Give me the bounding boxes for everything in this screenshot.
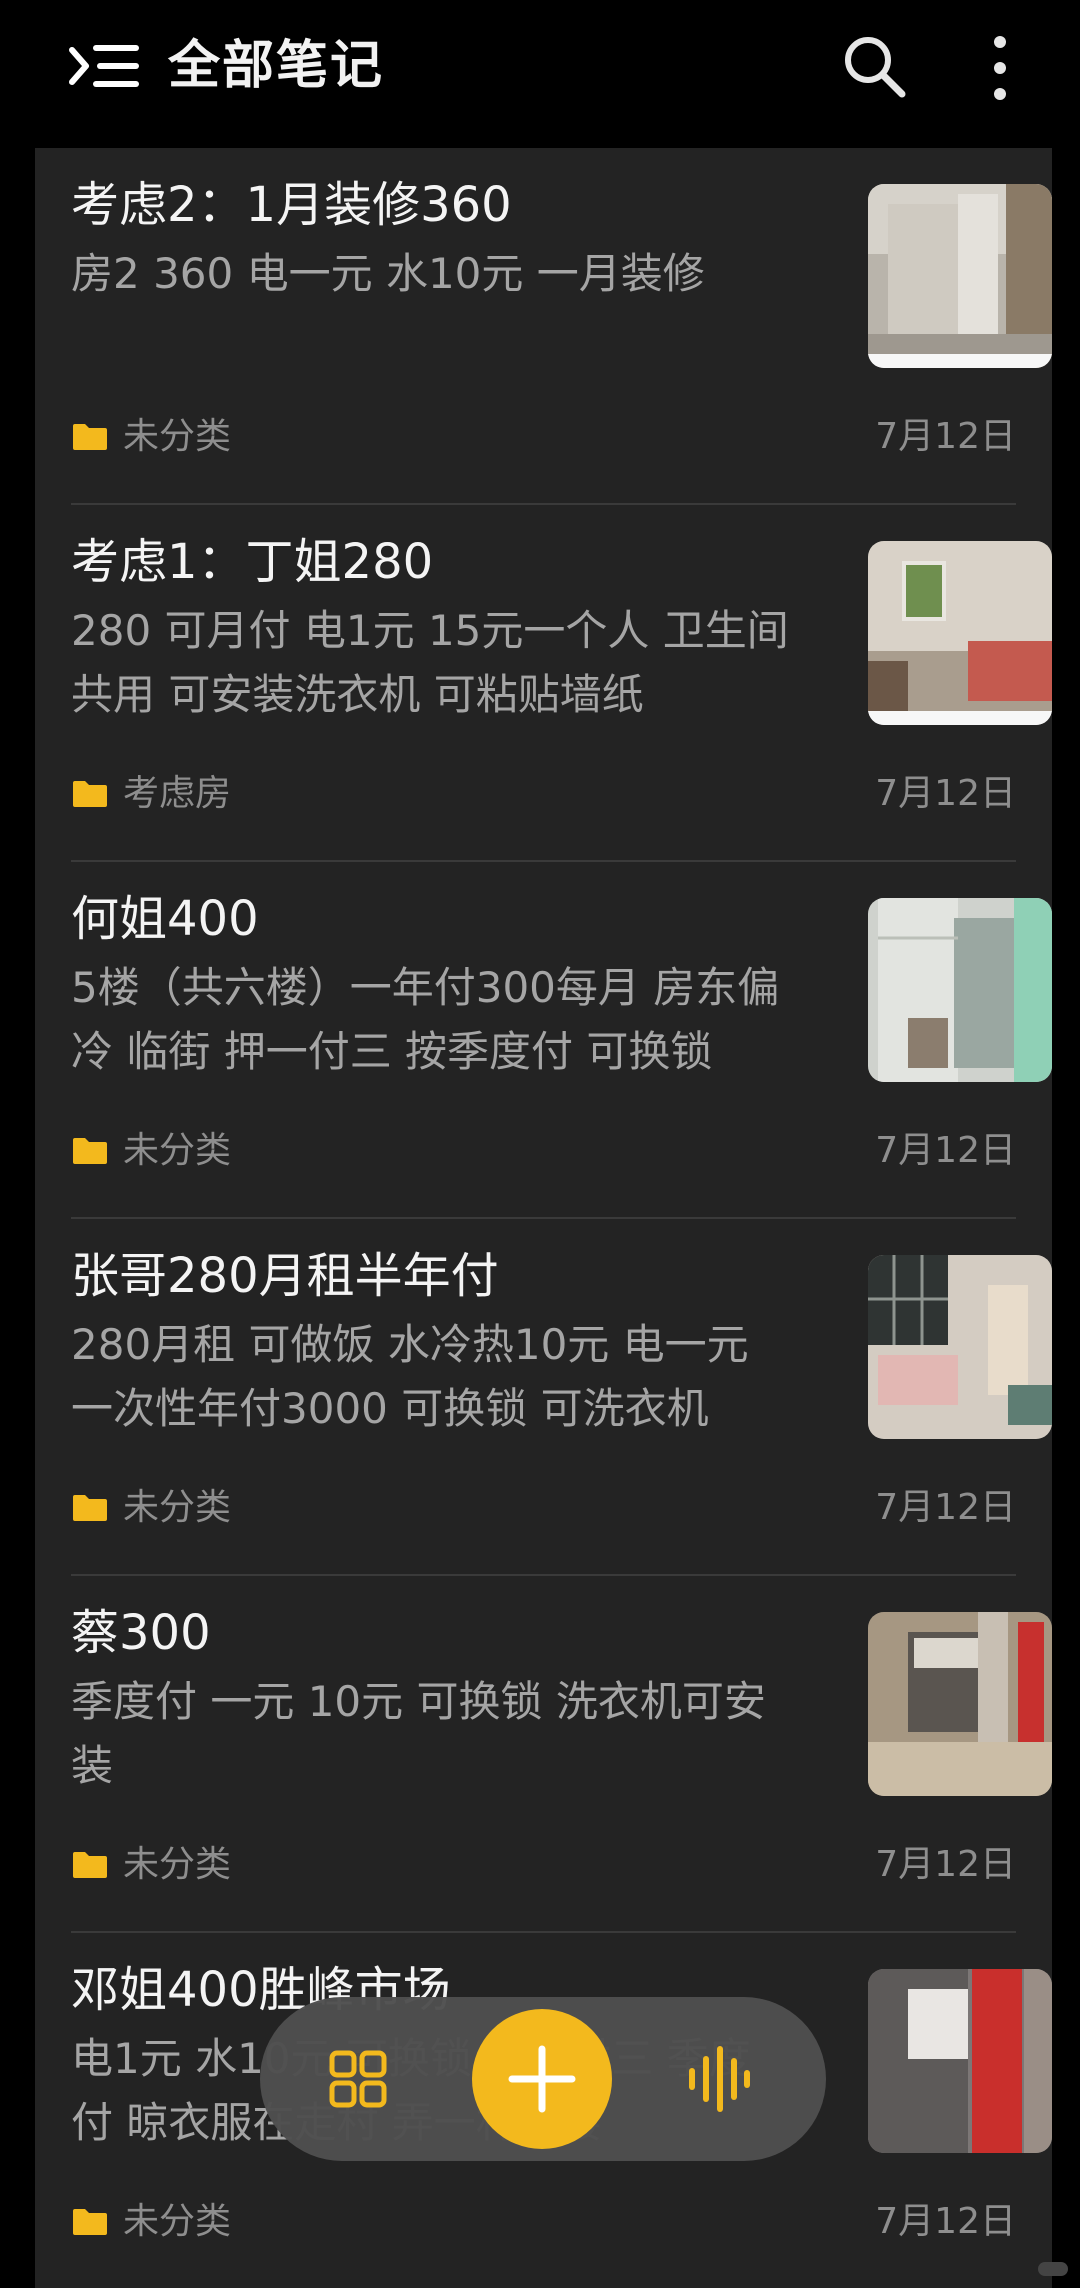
note-card[interactable]: 考虑2：1月装修360 房2 360 电一元 水10元 一月装修 未分类 7月1… — [71, 148, 1052, 505]
note-snippet: 季度付 一元 10元 可换锁 洗衣机可安装 — [71, 1677, 766, 1790]
note-title: 张哥280月租半年付 — [71, 1248, 499, 1304]
note-meta: 未分类 — [71, 2197, 231, 2247]
note-folder[interactable]: 未分类 — [123, 1483, 231, 1533]
note-snippet: 房2 360 电一元 水10元 一月装修 — [71, 249, 705, 298]
note-meta: 未分类 — [71, 412, 231, 462]
note-thumbnail-image[interactable] — [868, 184, 1052, 368]
voice-wave-icon[interactable] — [684, 2045, 754, 2113]
note-folder[interactable]: 未分类 — [123, 1840, 231, 1890]
note-folder[interactable]: 未分类 — [123, 2197, 231, 2247]
note-meta: 未分类 — [71, 1126, 231, 1176]
bottom-action-bar — [260, 1997, 826, 2161]
note-date: 7月12日 — [875, 1844, 1016, 1885]
note-meta: 未分类 — [71, 1483, 231, 1533]
note-title: 考虑1：丁姐280 — [71, 534, 434, 590]
app-bar: 全部笔记 — [0, 0, 1080, 140]
note-card[interactable]: 张哥280月租半年付 280月租 可做饭 水冷热10元 电一元 一次性年付300… — [71, 1219, 1052, 1576]
note-title: 考虑2：1月装修360 — [71, 177, 512, 233]
note-title: 何姐400 — [71, 891, 259, 947]
note-snippet: 280 可月付 电1元 15元一个人 卫生间共用 可安装洗衣机 可粘贴墙纸 — [71, 606, 789, 719]
grid-view-icon[interactable] — [328, 2049, 388, 2109]
note-snippet: 5楼（共六楼）一年付300每月 房东偏冷 临街 押一付三 按季度付 可换锁 — [71, 963, 780, 1076]
note-card[interactable]: 蔡300 季度付 一元 10元 可换锁 洗衣机可安装 未分类 7月12日 — [71, 1576, 1052, 1933]
note-title: 蔡300 — [71, 1605, 211, 1661]
note-thumbnail-image[interactable] — [868, 1969, 1052, 2153]
home-indicator[interactable] — [1038, 2262, 1068, 2276]
folder-icon — [73, 424, 107, 450]
folder-icon — [73, 2209, 107, 2235]
page-title: 全部笔记 — [168, 36, 385, 96]
note-date: 7月12日 — [875, 416, 1016, 457]
plus-icon — [508, 2045, 576, 2113]
note-snippet: 280月租 可做饭 水冷热10元 电一元 一次性年付3000 可换锁 可洗衣机 — [71, 1320, 749, 1433]
note-meta: 未分类 — [71, 1840, 231, 1890]
note-card[interactable]: 何姐400 5楼（共六楼）一年付300每月 房东偏冷 临街 押一付三 按季度付 … — [71, 862, 1052, 1219]
note-date: 7月12日 — [875, 1130, 1016, 1171]
note-date: 7月12日 — [875, 2201, 1016, 2242]
note-date: 7月12日 — [875, 1487, 1016, 1528]
menu-expand-icon[interactable] — [64, 34, 144, 98]
note-thumbnail-image[interactable] — [868, 898, 1052, 1082]
add-note-button[interactable] — [472, 2009, 612, 2149]
note-folder[interactable]: 考虑房 — [123, 769, 231, 819]
folder-icon — [73, 1138, 107, 1164]
note-date: 7月12日 — [875, 773, 1016, 814]
folder-icon — [73, 1495, 107, 1521]
note-thumbnail-image[interactable] — [868, 1255, 1052, 1439]
folder-icon — [73, 1852, 107, 1878]
note-meta: 考虑房 — [71, 769, 231, 819]
note-folder[interactable]: 未分类 — [123, 1126, 231, 1176]
note-list: 考虑2：1月装修360 房2 360 电一元 水10元 一月装修 未分类 7月1… — [35, 148, 1052, 2288]
note-folder[interactable]: 未分类 — [123, 412, 231, 462]
search-icon[interactable] — [840, 32, 910, 102]
note-thumbnail-image[interactable] — [868, 1612, 1052, 1796]
note-thumbnail-image[interactable] — [868, 541, 1052, 725]
note-card[interactable]: 考虑1：丁姐280 280 可月付 电1元 15元一个人 卫生间共用 可安装洗衣… — [71, 505, 1052, 862]
more-vertical-icon[interactable] — [970, 30, 1030, 106]
folder-icon — [73, 781, 107, 807]
